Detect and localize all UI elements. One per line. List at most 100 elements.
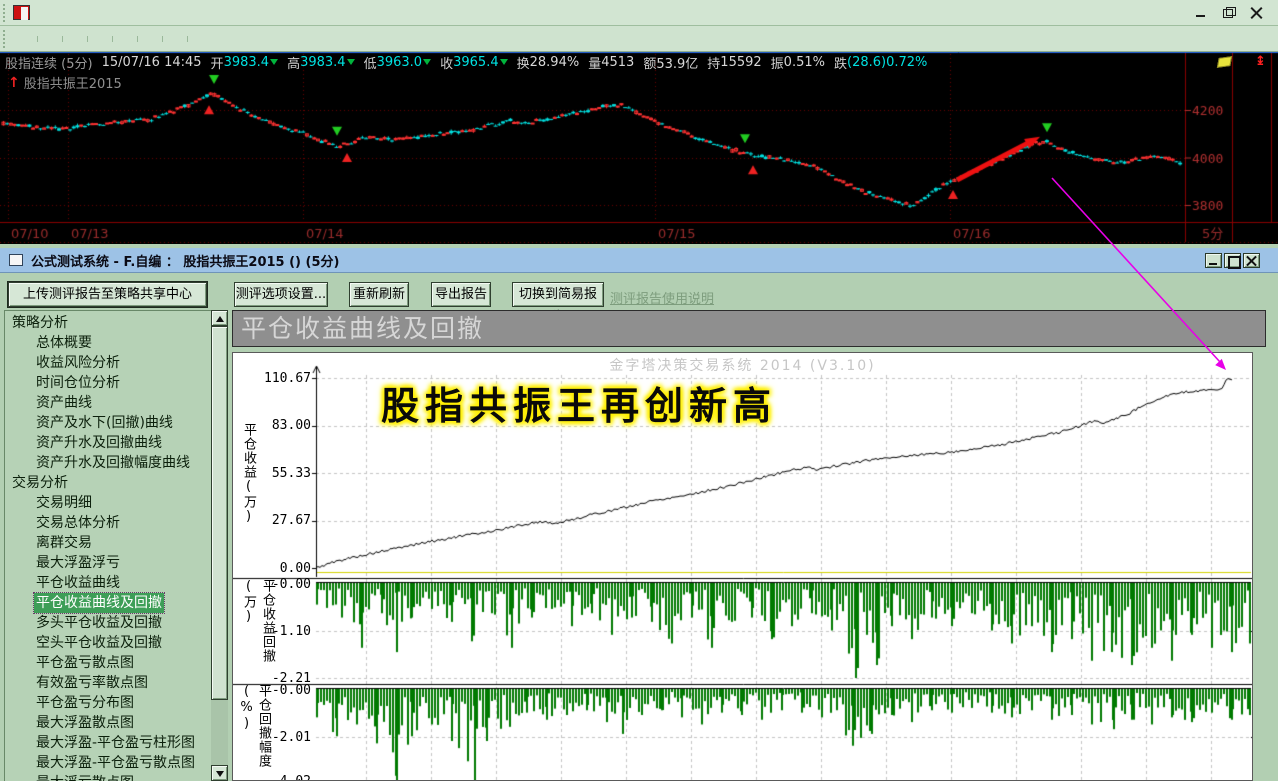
report-help-link[interactable]: 测评报告使用说明 bbox=[610, 288, 714, 307]
y-label: 83.00 bbox=[271, 418, 311, 433]
kline-header-segment: 股指连续 (5分) bbox=[5, 56, 93, 72]
toolbar-item[interactable] bbox=[13, 35, 38, 42]
close-button[interactable] bbox=[1243, 252, 1260, 268]
tree-item[interactable]: 最大浮盈-平仓盈亏柱形图 bbox=[4, 733, 211, 753]
window-restore-icon[interactable] bbox=[1222, 6, 1236, 19]
upload-report-button[interactable]: 上传测评报告至策略共享中心 bbox=[8, 282, 207, 307]
tree-item[interactable]: 策略分析 bbox=[4, 313, 211, 333]
menu-item[interactable] bbox=[40, 2, 60, 23]
sidebar-scrollbar bbox=[211, 310, 228, 781]
menu-item[interactable] bbox=[140, 2, 160, 23]
panel-title: 平仓收益曲线及回撤 bbox=[232, 310, 1266, 347]
y-axis-title: 平仓收益回撤(万) bbox=[241, 579, 275, 663]
export-report-button[interactable]: 导出报告 bbox=[431, 282, 491, 307]
y-axis-title: 平仓收益(万) bbox=[241, 423, 256, 525]
y-label: 110.67 bbox=[264, 371, 311, 386]
kline-header-segment: 持 15592 bbox=[707, 54, 762, 72]
eval-options-button[interactable]: 测评选项设置... bbox=[234, 282, 328, 307]
tree-item[interactable]: 总体概要 bbox=[4, 333, 211, 353]
simple-report-button[interactable]: 切换到简易报告 bbox=[512, 282, 604, 325]
tree-item[interactable]: 空头平仓收益及回撤 bbox=[4, 633, 211, 653]
tree-item[interactable]: 资产及水下(回撤)曲线 bbox=[4, 413, 211, 433]
shortcut-toolbar bbox=[0, 26, 1278, 52]
report-toolbar: 上传测评报告至策略共享中心 测评选项设置... 重新刷新 导出报告 切换到简易报… bbox=[0, 273, 1278, 325]
indicator-label: ↑ 股指共振王2015 bbox=[8, 73, 122, 93]
tree-item[interactable]: 交易总体分析 bbox=[4, 513, 211, 533]
watermark: 金字塔决策交易系统 2014 (V3.10) bbox=[609, 358, 876, 374]
toolbar-grip bbox=[3, 3, 7, 22]
menu-item[interactable] bbox=[80, 2, 100, 23]
menu-item[interactable] bbox=[200, 2, 220, 23]
equity-chart-area: 金字塔决策交易系统 2014 (V3.10) 股指共振王再创新高 110.67 … bbox=[232, 352, 1253, 781]
tree-item[interactable]: 平仓收益曲线 bbox=[4, 573, 211, 593]
test-window-titlebar[interactable]: 公式测试系统 - F.自编 ： 股指共振王2015 () (5分) bbox=[0, 248, 1278, 273]
toolbar-item[interactable] bbox=[88, 35, 113, 42]
maximize-button[interactable] bbox=[1224, 252, 1241, 269]
tree-item[interactable]: 最大浮盈-平仓盈亏散点图 bbox=[4, 753, 211, 773]
tree-item[interactable]: 收益风险分析 bbox=[4, 353, 211, 373]
report-sidebar: 策略分析 总体概要 收益风险分析 时间仓位分析 资产曲线 资产及水下(回撤)曲线 资产升水及… bbox=[4, 310, 228, 781]
tree-item[interactable]: 时间仓位分析 bbox=[4, 373, 211, 393]
menu-item[interactable] bbox=[100, 2, 120, 23]
kline-header-segment: 15/07/16 14:45 bbox=[101, 54, 202, 70]
kline-header-segment: 振 0.51% bbox=[770, 54, 825, 72]
tree-item[interactable]: 多头平仓收益及回撤 bbox=[4, 613, 211, 633]
menu-items bbox=[40, 5, 220, 20]
down-arrow-icon bbox=[270, 59, 279, 65]
tree-item[interactable]: 最大浮亏散点图 bbox=[4, 773, 211, 781]
report-tree: 策略分析 总体概要 收益风险分析 时间仓位分析 资产曲线 资产及水下(回撤)曲线 资产升水及… bbox=[4, 310, 211, 781]
tree-item[interactable]: 交易明细 bbox=[4, 493, 211, 513]
kline-header-segment: 低 3963.0 bbox=[364, 54, 432, 72]
kline-canvas[interactable] bbox=[0, 52, 1278, 244]
scroll-up-icon[interactable] bbox=[211, 310, 228, 326]
y-label: 55.33 bbox=[271, 466, 311, 481]
formula-test-window: 公式测试系统 - F.自编 ： 股指共振王2015 () (5分) 上传测评报告… bbox=[0, 248, 1278, 781]
toolbar-grip bbox=[3, 29, 7, 48]
kline-header-segment: 换 28.94% bbox=[516, 54, 580, 72]
y-axis-title: 平仓回撤幅度(%) bbox=[239, 684, 271, 768]
toolbar-item[interactable] bbox=[38, 35, 63, 42]
toolbar-item[interactable] bbox=[163, 35, 188, 42]
menu-bar bbox=[0, 0, 1278, 26]
indicator-name: 股指共振王2015 bbox=[23, 77, 122, 92]
tree-item[interactable]: 有效盈亏率散点图 bbox=[4, 673, 211, 693]
tree-item[interactable]: 离群交易 bbox=[4, 533, 211, 553]
kline-header-segment: 量 4513 bbox=[588, 54, 635, 72]
menu-item[interactable] bbox=[180, 2, 200, 23]
toolbar-items bbox=[13, 35, 188, 42]
kline-header-segment: 额 53.9亿 bbox=[643, 56, 699, 72]
tree-item[interactable]: 平仓收益曲线及回撤 bbox=[4, 592, 211, 614]
tree-item[interactable]: 资产升水及回撤曲线 bbox=[4, 433, 211, 453]
window-minimize-icon[interactable] bbox=[1194, 7, 1208, 19]
tree-item[interactable]: 交易分析 bbox=[4, 473, 211, 493]
pin-icon[interactable]: ↨ bbox=[1255, 54, 1266, 69]
tree-item[interactable]: 最大浮盈浮亏 bbox=[4, 553, 211, 573]
minimize-button[interactable] bbox=[1205, 252, 1222, 268]
up-arrow-icon: ↑ bbox=[8, 74, 20, 91]
tree-item[interactable]: 资产曲线 bbox=[4, 393, 211, 413]
kline-header-segment: 跌 (28.6)0.72% bbox=[833, 54, 928, 72]
down-arrow-icon bbox=[499, 59, 508, 65]
test-window-title: 公式测试系统 - F.自编 ： 股指共振王2015 () (5分) bbox=[31, 254, 340, 270]
menu-item[interactable] bbox=[160, 2, 180, 23]
tree-item[interactable]: 平仓盈亏散点图 bbox=[4, 653, 211, 673]
tree-item[interactable]: 资产升水及回撤幅度曲线 bbox=[4, 453, 211, 473]
scrollbar-thumb[interactable] bbox=[211, 326, 228, 700]
note-icon[interactable] bbox=[1216, 56, 1233, 68]
y-label: 27.67 bbox=[271, 513, 311, 528]
kline-header-segment: 高 3983.4 bbox=[287, 54, 355, 72]
scroll-down-icon[interactable] bbox=[211, 765, 228, 781]
app-icon bbox=[13, 5, 30, 20]
tree-item[interactable]: 最大浮盈散点图 bbox=[4, 713, 211, 733]
menu-item[interactable] bbox=[120, 2, 140, 23]
window-close-icon[interactable] bbox=[1250, 7, 1264, 19]
chart-annotation: 股指共振王再创新高 bbox=[381, 384, 778, 428]
refresh-button[interactable]: 重新刷新 bbox=[349, 282, 409, 307]
tree-item[interactable]: 平仓盈亏分布图 bbox=[4, 693, 211, 713]
toolbar-item[interactable] bbox=[63, 35, 88, 42]
document-icon bbox=[9, 254, 23, 266]
toolbar-item[interactable] bbox=[113, 35, 138, 42]
menu-item[interactable] bbox=[60, 2, 80, 23]
kline-chart-window: 股指连续 (5分) 15/07/16 14:45 开 3983.4 高 3983.4 低 39… bbox=[0, 52, 1278, 244]
toolbar-item[interactable] bbox=[138, 35, 163, 42]
